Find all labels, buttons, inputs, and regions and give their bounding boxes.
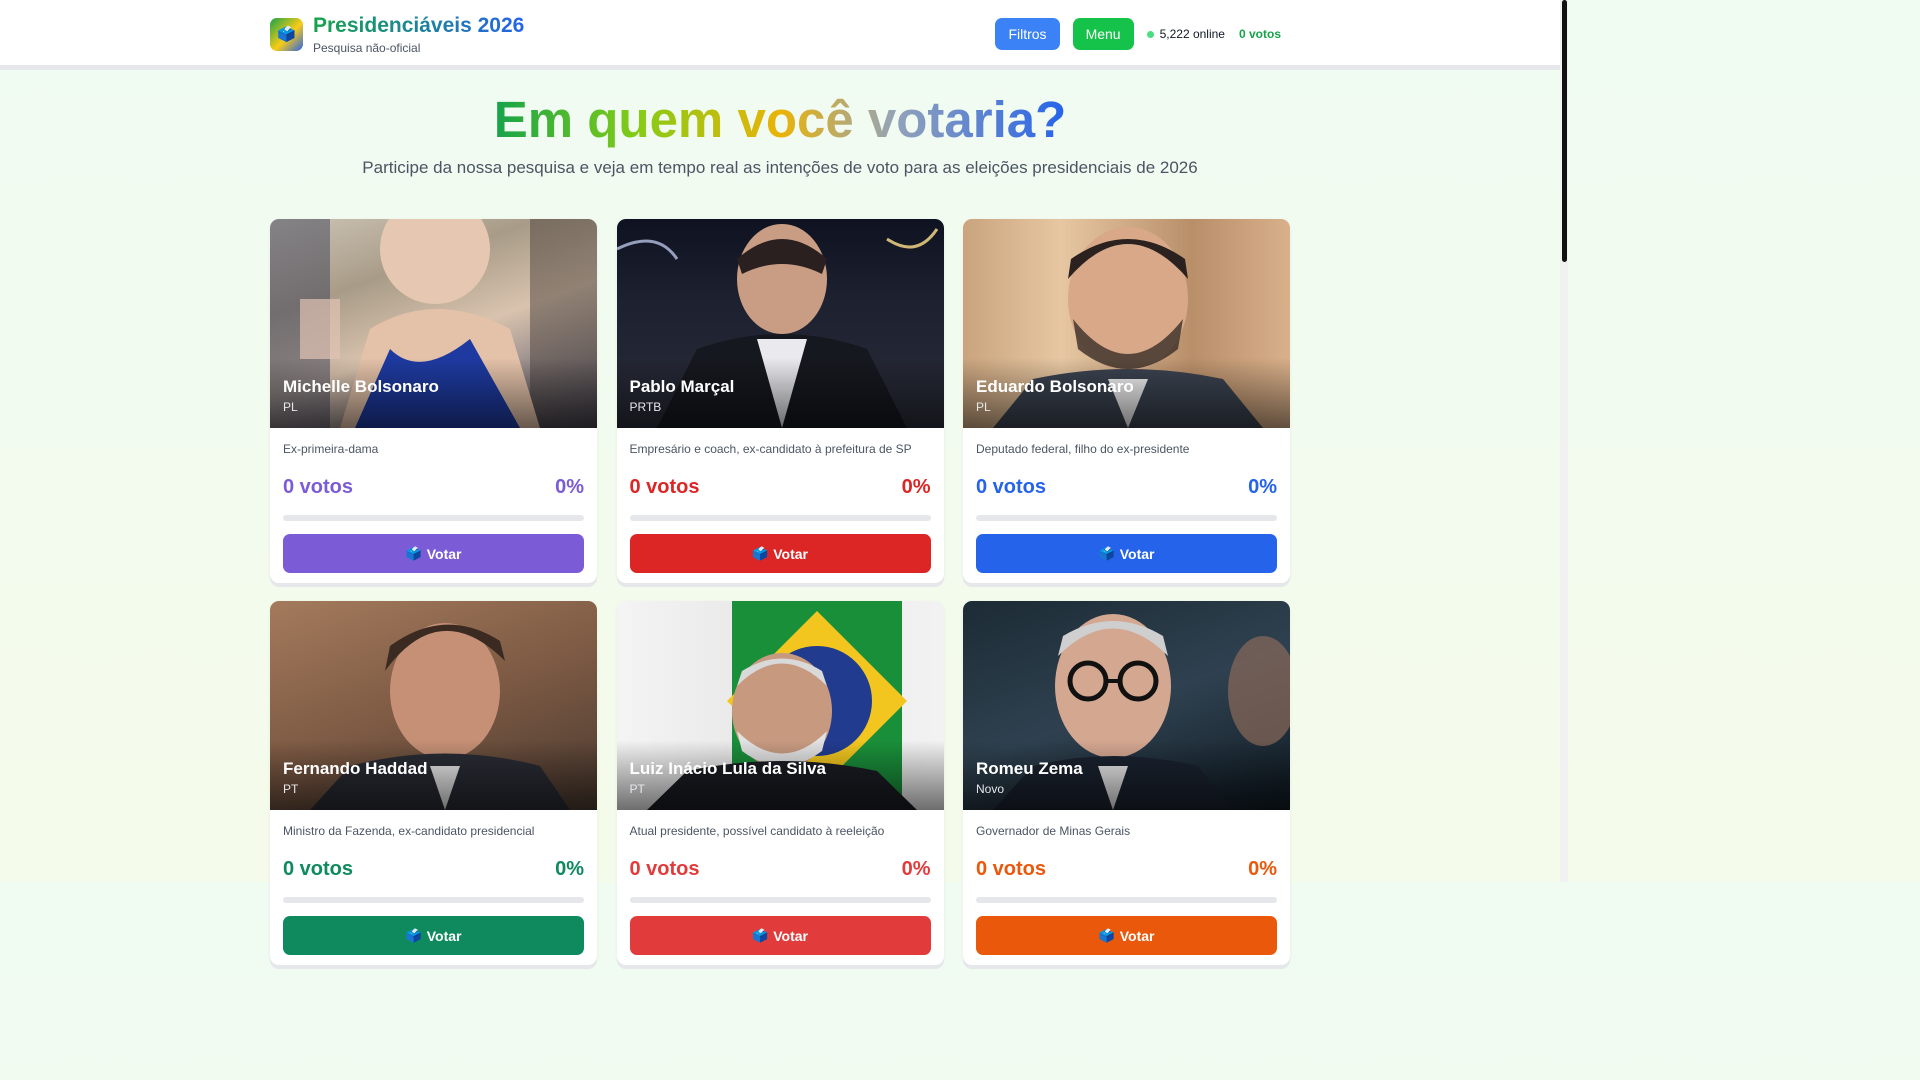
vote-count: 0 votos xyxy=(629,858,700,880)
vote-progress-bar xyxy=(629,515,931,521)
vote-button[interactable]: 🗳️ Votar xyxy=(283,916,584,955)
candidate-description: Deputado federal, filho do ex-presidente xyxy=(976,442,1190,456)
top-header: 🗳️ Presidenciáveis 2026 Pesquisa não-ofi… xyxy=(0,0,1560,70)
vote-count: 0 votos xyxy=(283,476,354,498)
vote-button[interactable]: 🗳️ Votar xyxy=(283,534,584,573)
candidate-photo: Michelle Bolsonaro PL xyxy=(270,219,597,428)
hero-subtitle: Participe da nossa pesquisa e veja em te… xyxy=(362,158,1198,177)
candidate-photo: Romeu Zema Novo xyxy=(963,601,1290,810)
candidates-grid: Michelle Bolsonaro PL Ex-primeira-dama 0… xyxy=(270,219,1290,965)
online-count: 5,222 online xyxy=(1159,27,1225,41)
vote-percent: 0% xyxy=(1248,476,1277,498)
candidate-party: PL xyxy=(283,400,298,414)
vote-count: 0 votos xyxy=(629,476,700,498)
vote-button-label: Votar xyxy=(773,927,808,944)
vote-button[interactable]: 🗳️ Votar xyxy=(629,534,931,573)
vote-percent: 0% xyxy=(901,476,931,498)
candidate-photo: Luiz Inácio Lula da Silva PT xyxy=(616,601,944,810)
candidate-name: Eduardo Bolsonaro xyxy=(976,377,1134,396)
vote-count: 0 votos xyxy=(976,476,1047,498)
vote-progress-bar xyxy=(283,897,584,903)
total-votes: 0 votos xyxy=(1238,27,1281,41)
header-nav: Filtros Menu 5,222 online 0 votos xyxy=(995,18,1281,50)
vote-count: 0 votos xyxy=(283,858,354,880)
candidate-name: Romeu Zema xyxy=(976,759,1083,778)
vote-button-label: Votar xyxy=(426,545,462,562)
candidate-party: PT xyxy=(629,782,645,796)
candidate-card: Pablo Marçal PRTB Empresário e coach, ex… xyxy=(616,219,944,583)
candidate-party: PRTB xyxy=(629,400,662,414)
site-subtitle: Pesquisa não-oficial xyxy=(313,41,421,55)
ballot-box-icon: 🗳️ xyxy=(752,927,769,943)
ballot-box-icon: 🗳️ xyxy=(405,927,422,943)
candidate-name: Luiz Inácio Lula da Silva xyxy=(629,759,827,778)
vote-percent: 0% xyxy=(555,858,584,880)
ballot-box-icon: 🗳️ xyxy=(1098,927,1115,943)
vote-progress-bar xyxy=(629,897,931,903)
ballot-box-icon: 🗳️ xyxy=(270,18,303,51)
candidate-card: Eduardo Bolsonaro PL Deputado federal, f… xyxy=(963,219,1290,583)
candidate-photo: Eduardo Bolsonaro PL xyxy=(963,219,1290,428)
vote-percent: 0% xyxy=(555,476,584,498)
candidate-description: Governador de Minas Gerais xyxy=(976,824,1131,838)
candidate-card: Fernando Haddad PT Ministro da Fazenda, … xyxy=(270,601,597,965)
filters-button[interactable]: Filtros xyxy=(995,18,1060,50)
ballot-box-icon: 🗳️ xyxy=(405,545,422,561)
vote-button-label: Votar xyxy=(1119,545,1155,562)
vote-button[interactable]: 🗳️ Votar xyxy=(976,534,1277,573)
candidate-card: Michelle Bolsonaro PL Ex-primeira-dama 0… xyxy=(270,219,597,583)
candidate-card: Romeu Zema Novo Governador de Minas Gera… xyxy=(963,601,1290,965)
candidate-description: Atual presidente, possível candidato à r… xyxy=(629,824,885,838)
vote-button[interactable]: 🗳️ Votar xyxy=(976,916,1277,955)
candidate-party: Novo xyxy=(976,782,1005,796)
candidate-photo: Fernando Haddad PT xyxy=(270,601,597,810)
candidate-name: Fernando Haddad xyxy=(283,759,428,778)
vote-button-label: Votar xyxy=(426,927,462,944)
site-title: Presidenciáveis 2026 xyxy=(313,14,525,37)
vote-percent: 0% xyxy=(901,858,931,880)
vote-button-label: Votar xyxy=(773,545,808,562)
scrollbar-thumb[interactable] xyxy=(1562,0,1567,262)
menu-button[interactable]: Menu xyxy=(1072,18,1134,50)
candidate-name: Michelle Bolsonaro xyxy=(283,377,439,396)
candidate-description: Ex-primeira-dama xyxy=(283,442,379,456)
candidate-party: PL xyxy=(976,400,991,414)
page-scrollbar[interactable] xyxy=(1560,0,1568,882)
online-indicator: 5,222 online xyxy=(1146,27,1225,41)
vote-progress-bar xyxy=(976,897,1277,903)
candidate-description: Empresário e coach, ex-candidato à prefe… xyxy=(629,442,912,456)
online-dot-icon xyxy=(1146,30,1154,38)
candidate-name: Pablo Marçal xyxy=(629,377,735,396)
candidate-description: Ministro da Fazenda, ex-candidato presid… xyxy=(283,824,535,838)
hero-title: Em quem você votaria? xyxy=(493,91,1067,148)
ballot-box-icon: 🗳️ xyxy=(1098,545,1115,561)
vote-percent: 0% xyxy=(1248,858,1277,880)
vote-progress-bar xyxy=(283,515,584,521)
candidate-party: PT xyxy=(283,782,299,796)
vote-count: 0 votos xyxy=(976,858,1047,880)
vote-button-label: Votar xyxy=(1119,927,1155,944)
ballot-box-icon: 🗳️ xyxy=(752,545,769,561)
vote-progress-bar xyxy=(976,515,1277,521)
brand[interactable]: 🗳️ Presidenciáveis 2026 Pesquisa não-ofi… xyxy=(270,14,524,55)
vote-button[interactable]: 🗳️ Votar xyxy=(629,916,931,955)
candidate-photo: Pablo Marçal PRTB xyxy=(616,219,944,428)
candidate-card: Luiz Inácio Lula da Silva PT Atual presi… xyxy=(616,601,944,965)
